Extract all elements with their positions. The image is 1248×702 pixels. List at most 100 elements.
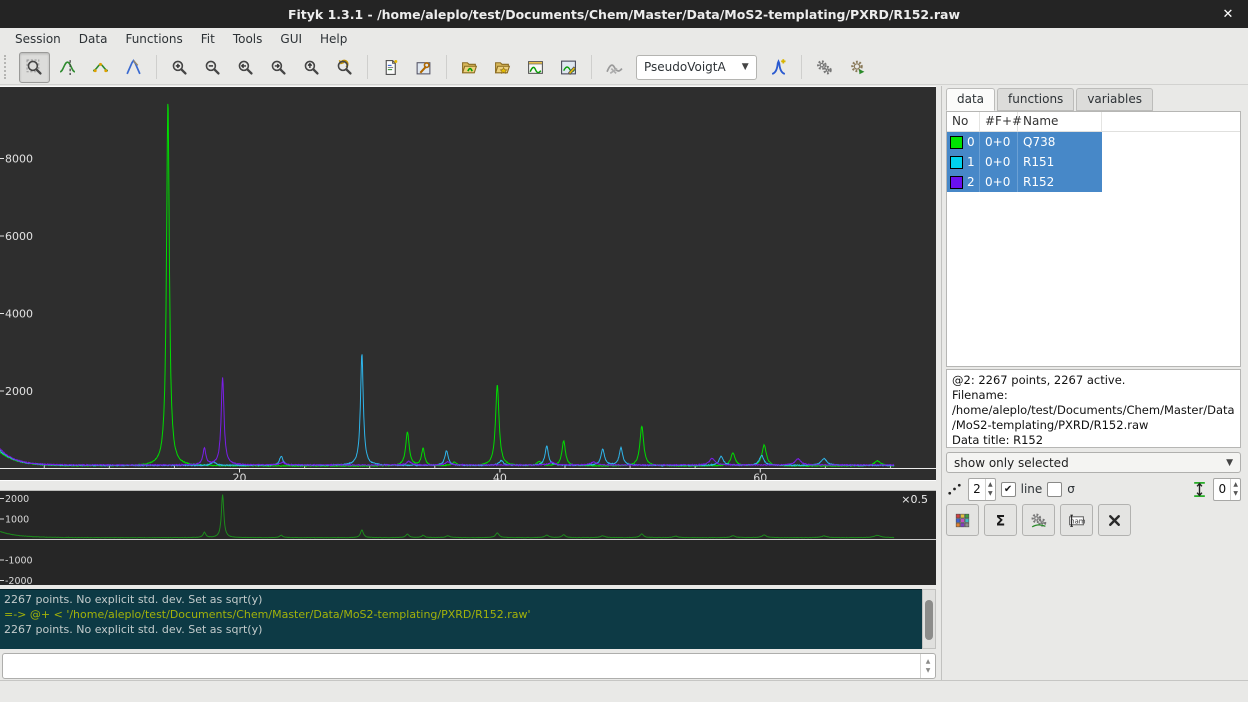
trace-aux-trace bbox=[0, 495, 894, 538]
command-input[interactable] bbox=[3, 654, 920, 678]
menu-session[interactable]: Session bbox=[6, 29, 70, 49]
dataset-name: R152 bbox=[1018, 172, 1102, 192]
auxiliary-plot-area[interactable]: 20001000-1000-2000×0.5 bbox=[0, 491, 936, 585]
toolbar-button-execute-commands[interactable] bbox=[809, 52, 840, 83]
toolbar-group bbox=[449, 52, 589, 83]
toolbar-group bbox=[14, 52, 154, 83]
main-plot-area[interactable]: 2000400060008000204060 bbox=[0, 86, 936, 481]
toolbar-button-zoom-out[interactable] bbox=[197, 52, 228, 83]
toolbar: PseudoVoigtA ▼ bbox=[0, 50, 1248, 85]
column-header-no[interactable]: No bbox=[947, 112, 980, 131]
console-line: 2267 points. No explicit std. dev. Set a… bbox=[4, 592, 918, 607]
shift-spinner[interactable]: 0 ▲▼ bbox=[1213, 478, 1241, 501]
toolbar-button-data-load-custom[interactable] bbox=[487, 52, 518, 83]
dataset-functions-count: 0+0 bbox=[980, 132, 1018, 152]
console-line: =-> @+ < '/home/aleplo/test/Documents/Ch… bbox=[4, 607, 918, 622]
toolbar-button-session-settings[interactable] bbox=[408, 52, 439, 83]
command-history-spinner[interactable]: ▲▼ bbox=[920, 654, 935, 678]
auxiliary-plot-canvas[interactable]: 20001000-1000-2000×0.5 bbox=[0, 491, 936, 585]
menu-tools[interactable]: Tools bbox=[224, 29, 272, 49]
menu-data[interactable]: Data bbox=[70, 29, 117, 49]
command-input-box: ▲▼ bbox=[2, 653, 936, 679]
zoom-next-glyph bbox=[270, 59, 287, 76]
toolbar-separator bbox=[591, 55, 592, 79]
menu-gui[interactable]: GUI bbox=[271, 29, 311, 49]
console-scrollbar[interactable] bbox=[922, 589, 936, 649]
rename-button[interactable]: nam bbox=[1060, 504, 1093, 536]
toolbar-button-peak-draw-mode[interactable] bbox=[118, 52, 149, 83]
dataset-color-swatch[interactable] bbox=[950, 136, 963, 149]
row-selection: 0 0+0 Q738 bbox=[947, 132, 1102, 152]
toolbar-button-fit-run[interactable] bbox=[599, 52, 630, 83]
dataset-color-swatch[interactable] bbox=[950, 156, 963, 169]
toolbar-button-range-mode[interactable] bbox=[52, 52, 83, 83]
console-scrollbar-thumb[interactable] bbox=[925, 600, 933, 640]
zoom-out-glyph bbox=[204, 59, 221, 76]
sigma-checkbox[interactable] bbox=[1047, 482, 1062, 497]
column-header-functions[interactable]: #F+# bbox=[980, 112, 1018, 131]
toolbar-button-zoom-undo[interactable] bbox=[329, 52, 360, 83]
console-line: 2267 points. No explicit std. dev. Set a… bbox=[4, 622, 918, 637]
tab-functions[interactable]: functions bbox=[997, 88, 1074, 111]
dataset-color-swatch[interactable] bbox=[950, 176, 963, 189]
table-row[interactable]: 2 0+0 R152 bbox=[947, 172, 1240, 192]
dataset-functions-count: 0+0 bbox=[980, 152, 1018, 172]
dataset-list[interactable]: No #F+# Name 0 0+0 Q738 1 0+0 R151 2 0+0… bbox=[946, 111, 1241, 367]
toolbar-separator bbox=[367, 55, 368, 79]
transform-button[interactable] bbox=[1022, 504, 1055, 536]
status-bar: zoom menu bbox=[0, 680, 1248, 702]
dataset-name: Q738 bbox=[1018, 132, 1102, 152]
toolbar-button-baseline-mode[interactable] bbox=[85, 52, 116, 83]
toolbar-grip[interactable] bbox=[4, 55, 11, 79]
dataset-functions-count: 0+0 bbox=[980, 172, 1018, 192]
tick-label: 6000 bbox=[5, 230, 33, 243]
peak-draw-mode-glyph bbox=[125, 59, 142, 76]
menu-fit[interactable]: Fit bbox=[192, 29, 224, 49]
tick-label: 20 bbox=[233, 472, 247, 481]
sum-button[interactable]: Σ bbox=[984, 504, 1017, 536]
menu-functions[interactable]: Functions bbox=[116, 29, 191, 49]
toolbar-button-run-script[interactable] bbox=[842, 52, 873, 83]
toolbar-groups bbox=[14, 52, 589, 83]
tab-data[interactable]: data bbox=[946, 88, 995, 111]
menu-help[interactable]: Help bbox=[311, 29, 356, 49]
fit-vertically-icon[interactable] bbox=[1191, 481, 1208, 498]
delete-glyph bbox=[1106, 512, 1123, 529]
show-filter-value: show only selected bbox=[954, 456, 1069, 470]
table-row[interactable]: 0 0+0 Q738 bbox=[947, 132, 1240, 152]
plot-controls: 2 ▲▼ ✔ line σ 0 ▲▼ bbox=[946, 477, 1241, 501]
table-row[interactable]: 1 0+0 R151 bbox=[947, 152, 1240, 172]
toolbar-button-zoom-vertical[interactable] bbox=[296, 52, 327, 83]
plot-export-glyph bbox=[527, 59, 544, 76]
plot-splitter[interactable] bbox=[0, 480, 936, 491]
zoom-in-glyph bbox=[171, 59, 188, 76]
fit-vertically-icon-glyph bbox=[1191, 481, 1208, 498]
toolbar-button-add-peak[interactable] bbox=[763, 52, 794, 83]
dataset-colors-button[interactable] bbox=[946, 504, 979, 536]
point-size-icon-glyph bbox=[946, 481, 963, 498]
toolbar-button-data-load[interactable] bbox=[454, 52, 485, 83]
sidebar-tabs: datafunctionsvariables bbox=[946, 88, 1155, 111]
delete-button[interactable] bbox=[1098, 504, 1131, 536]
peak-type-dropdown[interactable]: PseudoVoigtA ▼ bbox=[636, 55, 757, 80]
toolbar-button-image-export[interactable] bbox=[553, 52, 584, 83]
fit-run-glyph bbox=[606, 59, 623, 76]
line-checkbox[interactable]: ✔ bbox=[1001, 482, 1016, 497]
main-plot-canvas[interactable]: 2000400060008000204060 bbox=[0, 87, 936, 480]
column-header-name[interactable]: Name bbox=[1018, 112, 1102, 131]
toolbar-button-plot-export[interactable] bbox=[520, 52, 551, 83]
row-selection: 2 0+0 R152 bbox=[947, 172, 1102, 192]
toolbar-fit-group: PseudoVoigtA ▼ bbox=[594, 52, 799, 83]
title-bar[interactable]: Fityk 1.3.1 - /home/aleplo/test/Document… bbox=[0, 0, 1248, 28]
sum-glyph: Σ bbox=[992, 512, 1009, 529]
point-size-spinner[interactable]: 2 ▲▼ bbox=[968, 478, 996, 501]
toolbar-button-script-editor[interactable] bbox=[375, 52, 406, 83]
tab-variables[interactable]: variables bbox=[1076, 88, 1153, 111]
output-console[interactable]: 2267 points. No explicit std. dev. Set a… bbox=[0, 589, 922, 649]
toolbar-button-zoom-prev[interactable] bbox=[230, 52, 261, 83]
toolbar-button-zoom-next[interactable] bbox=[263, 52, 294, 83]
toolbar-button-zoom-mode[interactable] bbox=[19, 52, 50, 83]
show-filter-dropdown[interactable]: show only selected ▼ bbox=[946, 452, 1241, 473]
toolbar-button-zoom-in[interactable] bbox=[164, 52, 195, 83]
close-button[interactable]: ✕ bbox=[1214, 0, 1242, 28]
